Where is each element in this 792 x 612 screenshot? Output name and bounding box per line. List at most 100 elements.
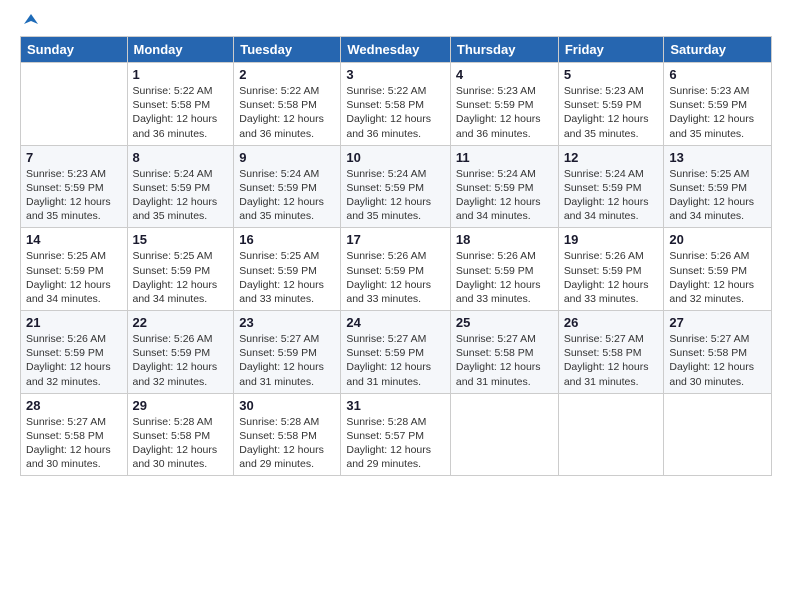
day-info: Sunrise: 5:26 AM Sunset: 5:59 PM Dayligh…: [669, 249, 766, 306]
day-number: 6: [669, 67, 766, 82]
day-number: 21: [26, 315, 122, 330]
calendar-day-26: 26 Sunrise: 5:27 AM Sunset: 5:58 PM Dayli…: [558, 311, 664, 394]
day-number: 27: [669, 315, 766, 330]
day-info: Sunrise: 5:28 AM Sunset: 5:58 PM Dayligh…: [133, 415, 229, 472]
page-header: [20, 16, 772, 26]
day-number: 22: [133, 315, 229, 330]
calendar-week-row: 28 Sunrise: 5:27 AM Sunset: 5:58 PM Dayli…: [21, 393, 772, 476]
day-info: Sunrise: 5:24 AM Sunset: 5:59 PM Dayligh…: [133, 167, 229, 224]
day-number: 24: [346, 315, 445, 330]
day-info: Sunrise: 5:24 AM Sunset: 5:59 PM Dayligh…: [239, 167, 335, 224]
calendar-header-wednesday: Wednesday: [341, 37, 451, 63]
calendar-day-31: 31 Sunrise: 5:28 AM Sunset: 5:57 PM Dayli…: [341, 393, 451, 476]
calendar-week-row: 14 Sunrise: 5:25 AM Sunset: 5:59 PM Dayli…: [21, 228, 772, 311]
day-number: 23: [239, 315, 335, 330]
day-number: 20: [669, 232, 766, 247]
calendar-day-19: 19Sunrise: 5:26 AM Sunset: 5:59 PM Dayli…: [558, 228, 664, 311]
calendar-day-16: 16Sunrise: 5:25 AM Sunset: 5:59 PM Dayli…: [234, 228, 341, 311]
day-info: Sunrise: 5:25 AM Sunset: 5:59 PM Dayligh…: [669, 167, 766, 224]
day-info: Sunrise: 5:24 AM Sunset: 5:59 PM Dayligh…: [564, 167, 659, 224]
calendar-day-29: 29 Sunrise: 5:28 AM Sunset: 5:58 PM Dayli…: [127, 393, 234, 476]
day-number: 17: [346, 232, 445, 247]
calendar-day-15: 15 Sunrise: 5:25 AM Sunset: 5:59 PM Dayli…: [127, 228, 234, 311]
day-number: 3: [346, 67, 445, 82]
calendar-day-4: 4 Sunrise: 5:23 AM Sunset: 5:59 PM Daylig…: [450, 63, 558, 146]
calendar-day-18: 18 Sunrise: 5:26 AM Sunset: 5:59 PM Dayli…: [450, 228, 558, 311]
day-number: 31: [346, 398, 445, 413]
calendar-day-22: 22 Sunrise: 5:26 AM Sunset: 5:59 PM Dayli…: [127, 311, 234, 394]
day-number: 16: [239, 232, 335, 247]
day-number: 26: [564, 315, 659, 330]
logo-bird-icon: [22, 12, 40, 30]
calendar-header-thursday: Thursday: [450, 37, 558, 63]
calendar-day-5: 5 Sunrise: 5:23 AM Sunset: 5:59 PM Daylig…: [558, 63, 664, 146]
calendar-week-row: 7 Sunrise: 5:23 AM Sunset: 5:59 PM Daylig…: [21, 145, 772, 228]
calendar-day-28: 28 Sunrise: 5:27 AM Sunset: 5:58 PM Dayli…: [21, 393, 128, 476]
day-info: Sunrise: 5:22 AM Sunset: 5:58 PM Dayligh…: [346, 84, 445, 141]
calendar-week-row: 21 Sunrise: 5:26 AM Sunset: 5:59 PM Dayli…: [21, 311, 772, 394]
calendar-empty-cell: [450, 393, 558, 476]
day-number: 5: [564, 67, 659, 82]
calendar-day-25: 25Sunrise: 5:27 AM Sunset: 5:58 PM Dayli…: [450, 311, 558, 394]
calendar-day-20: 20 Sunrise: 5:26 AM Sunset: 5:59 PM Dayli…: [664, 228, 772, 311]
calendar-day-17: 17Sunrise: 5:26 AM Sunset: 5:59 PM Dayli…: [341, 228, 451, 311]
day-number: 11: [456, 150, 553, 165]
day-info: Sunrise: 5:26 AM Sunset: 5:59 PM Dayligh…: [133, 332, 229, 389]
day-number: 8: [133, 150, 229, 165]
day-number: 25: [456, 315, 553, 330]
calendar-empty-cell: [558, 393, 664, 476]
day-number: 30: [239, 398, 335, 413]
day-number: 28: [26, 398, 122, 413]
calendar-day-13: 13 Sunrise: 5:25 AM Sunset: 5:59 PM Dayli…: [664, 145, 772, 228]
day-number: 9: [239, 150, 335, 165]
calendar-day-1: 1Sunrise: 5:22 AM Sunset: 5:58 PM Daylig…: [127, 63, 234, 146]
calendar-header-saturday: Saturday: [664, 37, 772, 63]
day-info: Sunrise: 5:22 AM Sunset: 5:58 PM Dayligh…: [239, 84, 335, 141]
day-number: 14: [26, 232, 122, 247]
day-number: 4: [456, 67, 553, 82]
day-info: Sunrise: 5:27 AM Sunset: 5:59 PM Dayligh…: [239, 332, 335, 389]
calendar-day-24: 24 Sunrise: 5:27 AM Sunset: 5:59 PM Dayli…: [341, 311, 451, 394]
day-info: Sunrise: 5:24 AM Sunset: 5:59 PM Dayligh…: [346, 167, 445, 224]
calendar-day-2: 2 Sunrise: 5:22 AM Sunset: 5:58 PM Daylig…: [234, 63, 341, 146]
day-number: 1: [133, 67, 229, 82]
day-info: Sunrise: 5:25 AM Sunset: 5:59 PM Dayligh…: [26, 249, 122, 306]
calendar-day-9: 9 Sunrise: 5:24 AM Sunset: 5:59 PM Daylig…: [234, 145, 341, 228]
day-info: Sunrise: 5:28 AM Sunset: 5:58 PM Dayligh…: [239, 415, 335, 472]
day-number: 2: [239, 67, 335, 82]
calendar-day-14: 14 Sunrise: 5:25 AM Sunset: 5:59 PM Dayli…: [21, 228, 128, 311]
calendar-day-27: 27 Sunrise: 5:27 AM Sunset: 5:58 PM Dayli…: [664, 311, 772, 394]
calendar-header-row: SundayMondayTuesdayWednesdayThursdayFrid…: [21, 37, 772, 63]
calendar-day-3: 3 Sunrise: 5:22 AM Sunset: 5:58 PM Daylig…: [341, 63, 451, 146]
day-info: Sunrise: 5:27 AM Sunset: 5:58 PM Dayligh…: [26, 415, 122, 472]
day-info: Sunrise: 5:27 AM Sunset: 5:58 PM Dayligh…: [669, 332, 766, 389]
calendar-week-row: 1 Sunrise: 5:22 AM Sunset: 5:58 PM Daylig…: [21, 63, 772, 146]
calendar-day-30: 30 Sunrise: 5:28 AM Sunset: 5:58 PM Dayli…: [234, 393, 341, 476]
calendar-day-12: 12 Sunrise: 5:24 AM Sunset: 5:59 PM Dayli…: [558, 145, 664, 228]
day-info: Sunrise: 5:27 AM Sunset: 5:59 PM Dayligh…: [346, 332, 445, 389]
day-info: Sunrise: 5:25 AM Sunset: 5:59 PM Dayligh…: [133, 249, 229, 306]
calendar-empty-cell: [21, 63, 128, 146]
day-info: Sunrise: 5:23 AM Sunset: 5:59 PM Dayligh…: [669, 84, 766, 141]
day-number: 18: [456, 232, 553, 247]
day-info: Sunrise: 5:23 AM Sunset: 5:59 PM Dayligh…: [564, 84, 659, 141]
day-number: 15: [133, 232, 229, 247]
calendar-day-21: 21 Sunrise: 5:26 AM Sunset: 5:59 PM Dayli…: [21, 311, 128, 394]
day-info: Sunrise: 5:26 AM Sunset: 5:59 PM Dayligh…: [26, 332, 122, 389]
calendar-header-sunday: Sunday: [21, 37, 128, 63]
calendar-day-11: 11Sunrise: 5:24 AM Sunset: 5:59 PM Dayli…: [450, 145, 558, 228]
calendar-header-monday: Monday: [127, 37, 234, 63]
calendar-table: SundayMondayTuesdayWednesdayThursdayFrid…: [20, 36, 772, 476]
day-number: 29: [133, 398, 229, 413]
day-number: 12: [564, 150, 659, 165]
logo: [20, 16, 40, 26]
day-info: Sunrise: 5:28 AM Sunset: 5:57 PM Dayligh…: [346, 415, 445, 472]
day-info: Sunrise: 5:23 AM Sunset: 5:59 PM Dayligh…: [26, 167, 122, 224]
day-number: 10: [346, 150, 445, 165]
day-number: 7: [26, 150, 122, 165]
day-number: 13: [669, 150, 766, 165]
day-info: Sunrise: 5:26 AM Sunset: 5:59 PM Dayligh…: [456, 249, 553, 306]
day-info: Sunrise: 5:23 AM Sunset: 5:59 PM Dayligh…: [456, 84, 553, 141]
day-number: 19: [564, 232, 659, 247]
day-info: Sunrise: 5:27 AM Sunset: 5:58 PM Dayligh…: [564, 332, 659, 389]
